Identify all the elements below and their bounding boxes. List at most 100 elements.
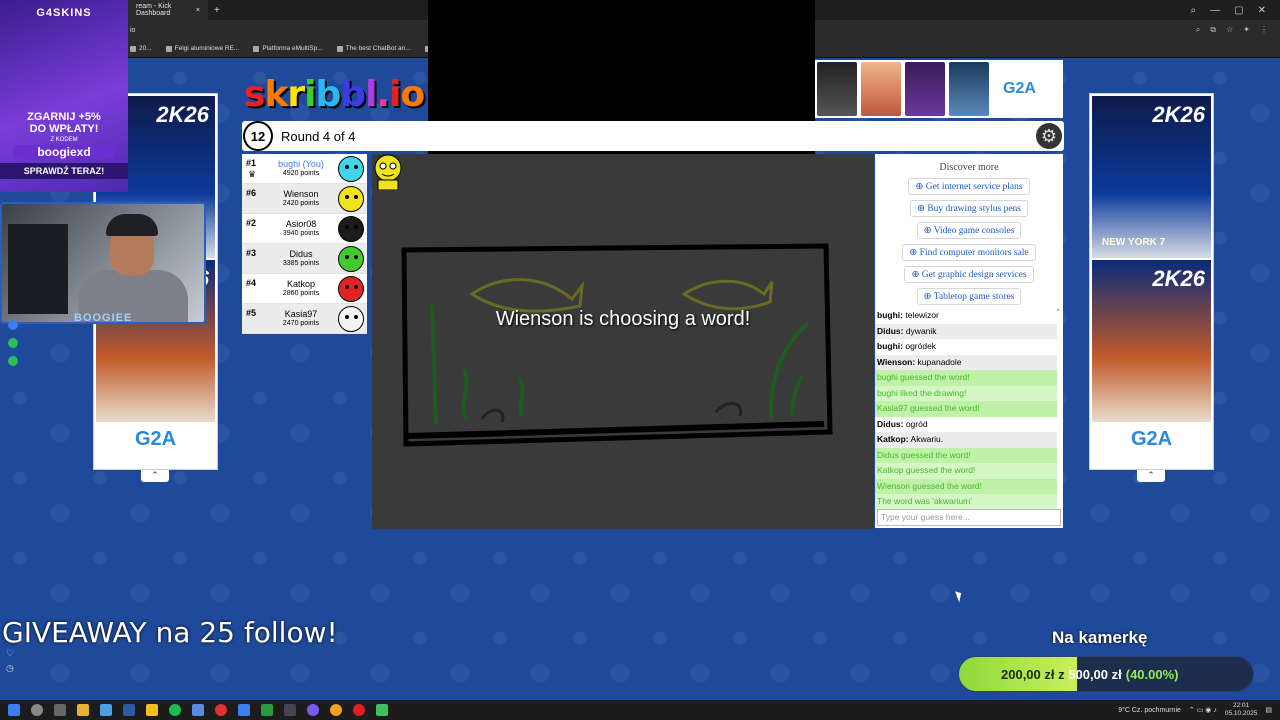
taskbar-clock[interactable]: 22:01 05.10.2025 <box>1225 702 1258 718</box>
close-window-icon[interactable]: ✕ <box>1258 5 1266 16</box>
player-row[interactable]: #1 ♛ bughi (You) 4920 points <box>242 154 367 184</box>
task-view-icon[interactable] <box>54 704 66 716</box>
bookmark-item[interactable]: 20... <box>130 45 152 52</box>
xbox-icon[interactable] <box>261 704 273 716</box>
discover-link-label: Video game consoles <box>933 226 1015 236</box>
minimize-icon[interactable]: — <box>1210 5 1220 16</box>
store-icon[interactable] <box>100 704 112 716</box>
player-row[interactable]: #3 Didus 3385 points <box>242 244 367 274</box>
player-info: Wienson 2420 points <box>264 189 338 208</box>
explorer-icon[interactable] <box>77 704 89 716</box>
discover-link[interactable]: ⊕ Video game consoles <box>916 222 1022 239</box>
player-avatar <box>338 275 364 302</box>
maximize-icon[interactable]: ▢ <box>1234 5 1243 16</box>
settings-gear-icon[interactable]: ⚙ <box>1036 123 1062 149</box>
new-tab-button[interactable]: + <box>214 5 220 16</box>
chat-message: bughi guessed the word! <box>875 370 1057 386</box>
video-overlay <box>428 0 815 178</box>
spotify-icon[interactable] <box>169 704 181 716</box>
right-ad[interactable]: 2K26 NEW YORK 7 2K26 G2A <box>1089 93 1214 470</box>
zoom-icon[interactable]: ⌕ <box>1196 25 1200 35</box>
ad-image[interactable]: 2K26NEW YORK 7 <box>1092 96 1211 258</box>
start-icon[interactable] <box>8 704 20 716</box>
player-info: Kasia97 2470 points <box>264 309 338 328</box>
ad-image[interactable]: 2K26 <box>1092 260 1211 422</box>
chat-message: Didus guessed the word! <box>875 447 1057 463</box>
bookmark-item[interactable]: Felgi aluminiowe RE... <box>165 45 239 52</box>
translate-icon[interactable]: ⧉ <box>1210 25 1216 35</box>
app-icon[interactable] <box>238 704 250 716</box>
bookmark-star-icon[interactable]: ☆ <box>1226 25 1233 35</box>
guess-input[interactable]: Type your guess here... <box>877 509 1061 526</box>
steam-icon[interactable] <box>123 704 135 716</box>
windows-taskbar: 9°C Cz. pochmurnie ⌃ ▭ ◉ ♪ 22:01 05.10.2… <box>0 700 1280 720</box>
drawing-canvas[interactable]: Wienson is choosing a word! <box>372 154 874 529</box>
whatsapp-icon[interactable] <box>8 338 18 348</box>
tray-icons[interactable]: ⌃ ▭ ◉ ♪ <box>1189 706 1217 714</box>
chat-message: bughi liked the drawing! <box>875 385 1057 401</box>
app-icon[interactable] <box>192 704 204 716</box>
monitor <box>8 224 68 314</box>
player-list: #1 ♛ bughi (You) 4920 points #6 Wienson 2420 p… <box>242 154 367 334</box>
discover-link[interactable]: ⊕ Tabletop game stores <box>916 288 1022 305</box>
url-text[interactable]: io <box>130 27 135 34</box>
top-ad-banner[interactable]: G2A <box>815 60 1063 118</box>
weather-widget[interactable]: 9°C Cz. pochmurnie <box>1118 707 1181 714</box>
bookmark-item[interactable]: The best ChatBot an... <box>336 45 411 52</box>
discover-link[interactable]: ⊕ Get graphic design services <box>904 266 1034 283</box>
heart-icon[interactable]: ♡ <box>6 648 14 659</box>
chat-message: bughi: ogródek <box>875 339 1057 355</box>
ad-thumbnail[interactable] <box>861 62 901 116</box>
messenger-icon[interactable] <box>8 320 18 330</box>
app-icon[interactable] <box>307 704 319 716</box>
player-row[interactable]: #4 Katkop 2860 points <box>242 274 367 304</box>
ad-thumbnail[interactable] <box>949 62 989 116</box>
promo-cta[interactable]: SPRAWDŹ TERAZ! <box>0 163 128 179</box>
spotify-icon[interactable] <box>8 356 18 366</box>
chat-message: Didus: ogród <box>875 417 1057 433</box>
notification-icon[interactable]: ▤ <box>1265 706 1272 714</box>
player-points: 3385 points <box>282 259 320 267</box>
discover-link-label: Get internet service plans <box>925 182 1023 192</box>
ad-thumbnail[interactable] <box>817 62 857 116</box>
whatsapp-icon[interactable] <box>376 704 388 716</box>
g2a-logo[interactable]: G2A <box>1090 428 1213 451</box>
arrow-circle-icon: ⊕ <box>923 226 934 236</box>
discover-link[interactable]: ⊕ Buy drawing stylus pens <box>909 200 1029 217</box>
round-indicator: Round 4 of 4 <box>281 128 356 144</box>
discover-link[interactable]: ⊕ Get internet service plans <box>908 178 1030 195</box>
steam-icon[interactable] <box>284 704 296 716</box>
player-row[interactable]: #5 Kasia97 2470 points <box>242 304 367 334</box>
player-row[interactable]: #6 Wienson 2420 points <box>242 184 367 214</box>
extensions-icon[interactable]: ✦ <box>1243 25 1250 35</box>
skribbl-logo[interactable]: skribbl.io <box>244 74 425 115</box>
arrow-circle-icon: ⊕ <box>923 292 934 302</box>
search-icon[interactable] <box>31 704 43 716</box>
history-icon[interactable]: ◷ <box>6 663 14 674</box>
chat-user: bughi: <box>877 341 903 351</box>
drawer-avatar-icon <box>374 154 402 190</box>
close-icon[interactable]: × <box>196 7 200 14</box>
bookmark-label: Platforma eMultiSp... <box>262 45 323 52</box>
chat-text: telewizor <box>905 310 939 320</box>
bookmark-item[interactable]: Platforma eMultiSp... <box>253 45 323 52</box>
discover-link[interactable]: ⊕ Find computer monitors sale <box>902 244 1036 261</box>
seaweed <box>769 322 810 420</box>
collapse-ad-button[interactable]: ⌃ <box>141 470 169 482</box>
player-row[interactable]: #2 Asior08 3940 points <box>242 214 367 244</box>
chat-user: Wienson: <box>877 356 916 367</box>
chrome-icon[interactable] <box>353 704 365 716</box>
g2a-logo[interactable]: G2A <box>1003 80 1036 98</box>
search-icon[interactable]: ⌕ <box>1191 5 1197 16</box>
chat-message: The word was 'akwarium' <box>875 494 1057 510</box>
collapse-ad-button[interactable]: ⌃ <box>1137 470 1165 482</box>
opera-icon[interactable] <box>215 704 227 716</box>
menu-icon[interactable]: ⋮ <box>1260 25 1268 35</box>
player-name: bughi (You) <box>278 158 324 169</box>
app-icon[interactable] <box>146 704 158 716</box>
ad-thumbnail[interactable] <box>905 62 945 116</box>
browser-tab[interactable]: ream - Kick Dashboard × <box>128 0 208 20</box>
g4skins-promo[interactable]: G4SKINS ZGARNIJ +5% DO WPŁATY! Z KODEM b… <box>0 0 128 192</box>
g2a-logo[interactable]: G2A <box>94 428 217 451</box>
app-icon[interactable] <box>330 704 342 716</box>
